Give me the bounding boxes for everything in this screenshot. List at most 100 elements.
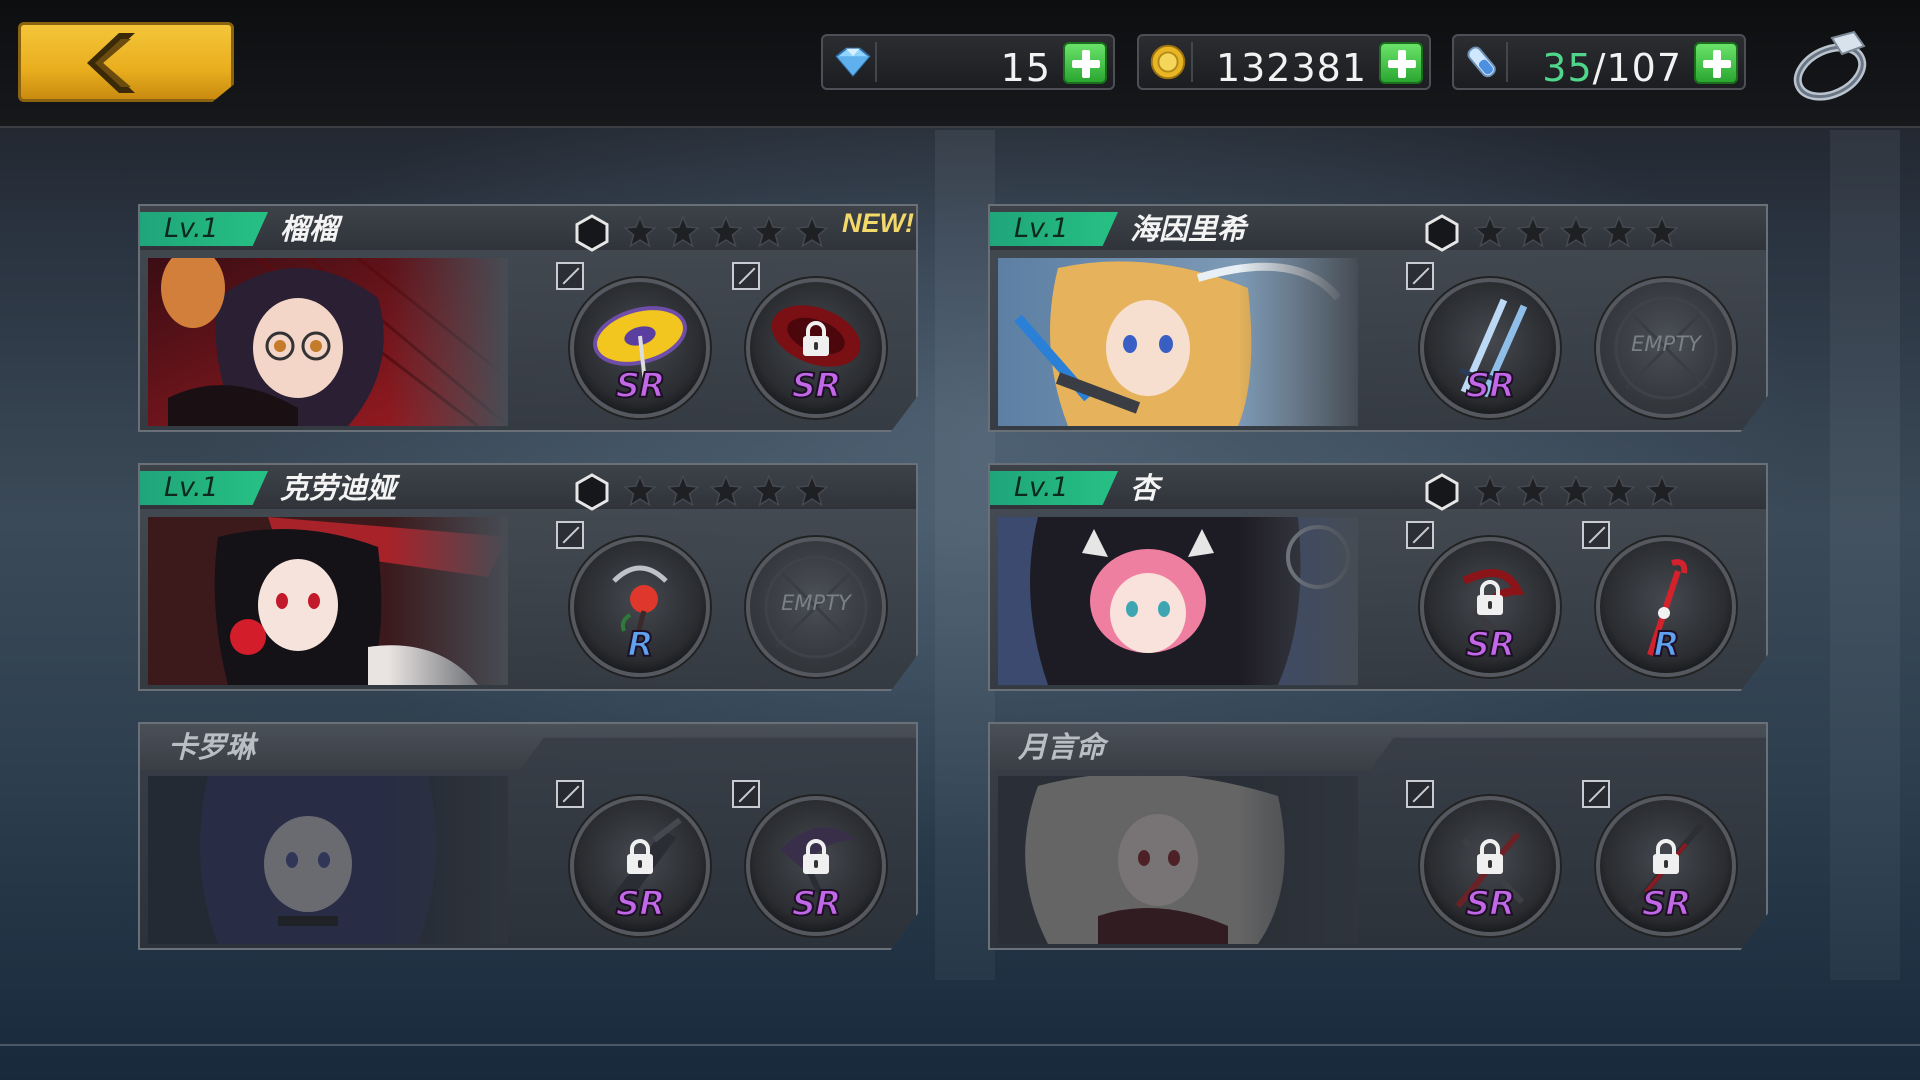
weapon-slot-1[interactable]: SR	[1406, 521, 1560, 677]
edit-icon	[556, 262, 584, 290]
rarity-label: SR	[1465, 365, 1517, 407]
add-stamina-button[interactable]	[1694, 42, 1738, 84]
character-name: 卡罗琳	[168, 732, 256, 764]
back-button[interactable]	[18, 22, 234, 102]
character-card-liuliu[interactable]: Lv.1 榴榴 NEW! SR SR	[138, 204, 918, 432]
star-icon	[1603, 216, 1635, 248]
stamina-counter: 35/107	[1452, 34, 1746, 90]
weapon-slot-1[interactable]: SR	[556, 262, 710, 418]
empty-label: EMPTY	[1631, 332, 1701, 356]
character-name: 月言命	[1018, 732, 1106, 764]
lock-icon	[1475, 838, 1505, 876]
star-rating	[1474, 475, 1678, 509]
ring-icon[interactable]	[1788, 28, 1872, 104]
character-portrait	[148, 258, 508, 426]
diamond-counter: 15	[821, 34, 1115, 90]
star-icon	[710, 475, 742, 507]
star-icon	[710, 216, 742, 248]
character-card-claudia[interactable]: Lv.1 克劳迪娅 R EMPTY	[138, 463, 918, 691]
level-badge: Lv.1	[990, 212, 1118, 246]
hexagon-icon	[574, 214, 610, 252]
edit-icon	[1582, 521, 1610, 549]
edit-icon	[732, 262, 760, 290]
stamina-max: 107	[1606, 46, 1682, 90]
weapon-slot-2-empty[interactable]: EMPTY	[746, 537, 886, 677]
star-icon	[1517, 216, 1549, 248]
weapon-slot-2[interactable]: SR	[1582, 780, 1736, 936]
weapon-slot-2[interactable]: R	[1582, 521, 1736, 677]
star-rating	[624, 475, 828, 509]
star-icon	[667, 216, 699, 248]
star-icon	[1603, 475, 1635, 507]
weapon-slot-2-empty[interactable]: EMPTY	[1596, 278, 1736, 418]
character-name: 榴榴	[280, 214, 339, 246]
lock-icon	[1475, 579, 1505, 617]
hexagon-icon	[1424, 214, 1460, 252]
stamina-value: 35/107	[1542, 46, 1682, 90]
character-portrait	[998, 517, 1358, 685]
weapon-slot-1[interactable]: SR	[1406, 780, 1560, 936]
star-icon	[1560, 475, 1592, 507]
star-rating	[624, 216, 828, 250]
character-card-heinrich[interactable]: Lv.1 海因里希 SR EMPTY	[988, 204, 1768, 432]
background-pillar	[935, 130, 995, 980]
add-diamond-button[interactable]	[1063, 42, 1107, 84]
rarity-label: SR	[791, 883, 843, 925]
rarity-label: SR	[615, 365, 667, 407]
weapon-slot-1[interactable]: R	[556, 521, 710, 677]
gem-icon	[835, 42, 877, 82]
level-badge: Lv.1	[140, 471, 268, 505]
character-portrait	[148, 776, 508, 944]
edit-icon	[1406, 262, 1434, 290]
weapon-slot-2[interactable]: SR	[732, 262, 886, 418]
character-portrait	[998, 776, 1358, 944]
rarity-label: SR	[1465, 883, 1517, 925]
stamina-separator: /	[1592, 46, 1607, 90]
hexagon-icon	[574, 473, 610, 511]
level-badge: Lv.1	[140, 212, 268, 246]
character-name: 海因里希	[1130, 214, 1247, 246]
star-icon	[624, 216, 656, 248]
background-pillar	[1830, 130, 1900, 980]
star-icon	[1474, 216, 1506, 248]
bottom-divider	[0, 1044, 1920, 1046]
edit-icon	[1582, 780, 1610, 808]
character-card-yueyanming[interactable]: 月言命 SR SR	[988, 722, 1768, 950]
lock-icon	[801, 838, 831, 876]
star-icon	[1646, 216, 1678, 248]
hexagon-icon	[1424, 473, 1460, 511]
rarity-label: SR	[1465, 624, 1517, 666]
star-icon	[1560, 216, 1592, 248]
gold-value: 132381	[1215, 46, 1367, 90]
chevron-left-icon	[87, 33, 135, 93]
character-name: 克劳迪娅	[280, 473, 397, 505]
weapon-slot-2[interactable]: SR	[732, 780, 886, 936]
character-portrait	[148, 517, 508, 685]
rarity-label: SR	[1641, 883, 1693, 925]
level-badge: Lv.1	[990, 471, 1118, 505]
gold-coin-icon	[1150, 42, 1193, 82]
weapon-slot-1[interactable]: SR	[556, 780, 710, 936]
stamina-current: 35	[1542, 46, 1593, 90]
diamond-value: 15	[1000, 46, 1051, 90]
weapon-slot-1[interactable]: SR	[1406, 262, 1560, 418]
star-rating	[1474, 216, 1678, 250]
lock-icon	[1651, 838, 1681, 876]
star-icon	[624, 475, 656, 507]
character-card-caroline[interactable]: 卡罗琳 SR SR	[138, 722, 918, 950]
star-icon	[1517, 475, 1549, 507]
character-card-xing[interactable]: Lv.1 杏 SR R	[988, 463, 1768, 691]
star-icon	[796, 216, 828, 248]
edit-icon	[556, 780, 584, 808]
lock-icon	[625, 838, 655, 876]
top-bar: 15 132381 35/107	[0, 0, 1920, 128]
edit-icon	[556, 521, 584, 549]
empty-label: EMPTY	[781, 591, 851, 615]
rarity-label: R	[1652, 624, 1680, 666]
add-gold-button[interactable]	[1379, 42, 1423, 84]
character-portrait	[998, 258, 1358, 426]
star-icon	[1474, 475, 1506, 507]
star-icon	[796, 475, 828, 507]
new-badge: NEW!	[842, 208, 914, 238]
star-icon	[753, 475, 785, 507]
